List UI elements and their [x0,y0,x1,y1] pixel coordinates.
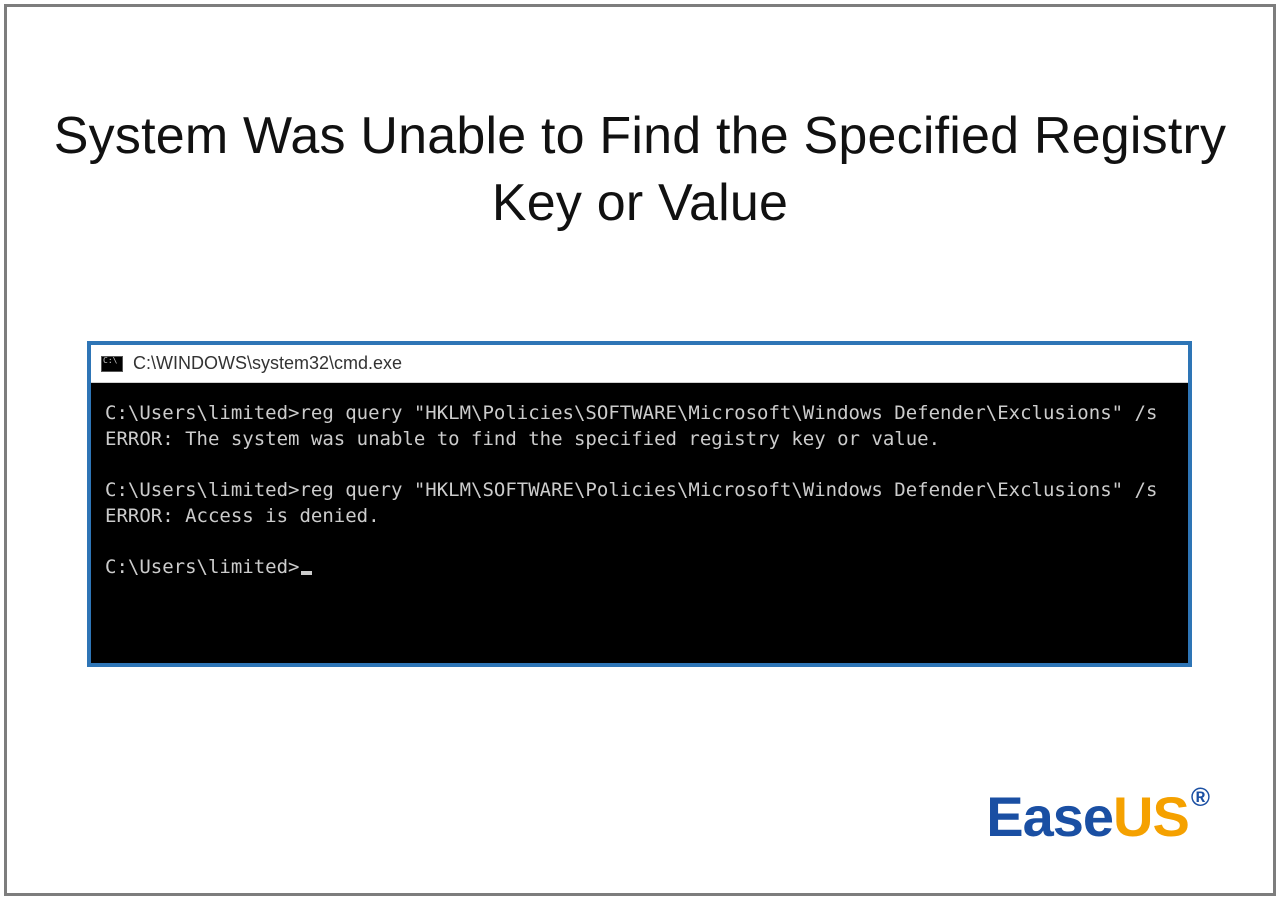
brand-logo: EaseUS® [986,782,1209,849]
cmd-icon [101,356,123,372]
page-title: System Was Unable to Find the Specified … [7,103,1273,236]
cmd-line: C:\Users\limited>reg query "HKLM\Policie… [105,402,1157,424]
cmd-window: C:\WINDOWS\system32\cmd.exe C:\Users\lim… [87,341,1192,667]
logo-ease: Ease [986,785,1113,848]
cmd-title-text: C:\WINDOWS\system32\cmd.exe [133,353,402,374]
logo-us: US [1113,785,1189,848]
cmd-prompt: C:\Users\limited> [105,556,299,578]
cursor-icon [301,571,312,575]
cmd-line: C:\Users\limited>reg query "HKLM\SOFTWAR… [105,479,1157,501]
cmd-line: ERROR: The system was unable to find the… [105,428,940,450]
cmd-line: ERROR: Access is denied. [105,505,380,527]
registered-icon: ® [1191,782,1209,812]
cmd-body: C:\Users\limited>reg query "HKLM\Policie… [91,383,1188,663]
cmd-titlebar: C:\WINDOWS\system32\cmd.exe [91,345,1188,383]
document-frame: System Was Unable to Find the Specified … [4,4,1276,896]
